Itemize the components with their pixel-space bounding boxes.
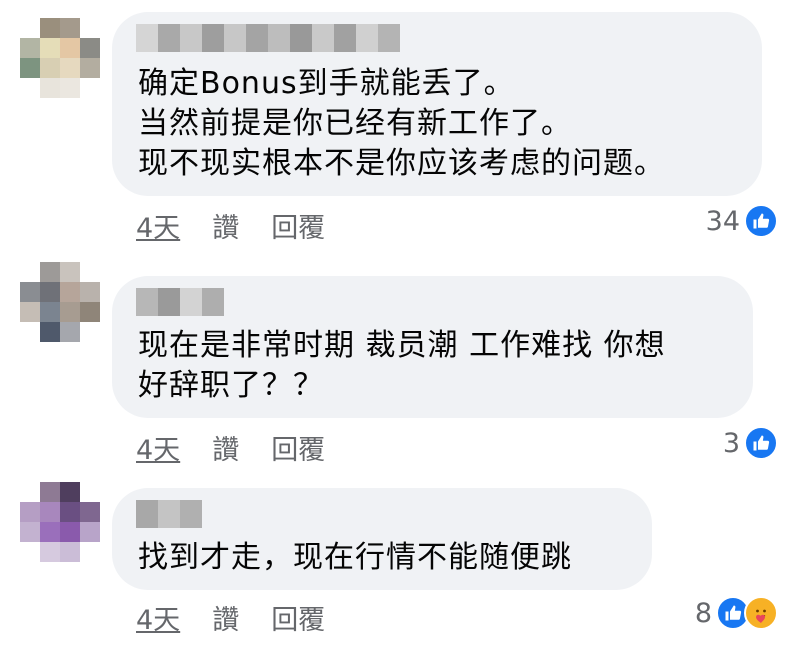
comment-actions: 4天 讚 回覆 bbox=[136, 206, 325, 245]
comment-text-line: 确定Bonus到手就能丢了。 bbox=[138, 66, 515, 101]
comment-text: 现在是非常时期 裁员潮 工作难找 你想 好辞职了？？ bbox=[138, 326, 666, 406]
comment-text-line: 好辞职了？？ bbox=[138, 368, 324, 403]
like-button[interactable]: 讚 bbox=[212, 206, 239, 245]
reaction-summary[interactable]: 3 bbox=[723, 426, 778, 460]
comment-text: 找到才走，现在行情不能随便跳 bbox=[138, 538, 572, 578]
reply-button[interactable]: 回覆 bbox=[271, 206, 325, 245]
author-name-blurred[interactable] bbox=[136, 288, 224, 316]
comment-text-line: 现不现实根本不是你应该考虑的问题。 bbox=[138, 146, 665, 181]
timestamp-link[interactable]: 4天 bbox=[136, 598, 180, 637]
comment-bubble: 现在是非常时期 裁员潮 工作难找 你想 好辞职了？？ bbox=[112, 276, 753, 418]
comment-text: 确定Bonus到手就能丢了。 当然前提是你已经有新工作了。 现不现实根本不是你应… bbox=[138, 64, 665, 184]
comment-actions: 4天 讚 回覆 bbox=[136, 428, 325, 467]
timestamp-link[interactable]: 4天 bbox=[136, 428, 180, 467]
reaction-count: 3 bbox=[722, 427, 740, 459]
reaction-summary[interactable]: 34 bbox=[706, 204, 778, 238]
comment-bubble: 找到才走，现在行情不能随便跳 bbox=[112, 488, 652, 590]
like-button[interactable]: 讚 bbox=[212, 598, 239, 637]
reaction-summary[interactable]: 8 bbox=[695, 596, 778, 630]
like-button[interactable]: 讚 bbox=[212, 428, 239, 467]
avatar[interactable] bbox=[20, 482, 100, 562]
author-name-blurred[interactable] bbox=[136, 500, 202, 528]
avatar[interactable] bbox=[20, 18, 100, 98]
reaction-count: 8 bbox=[694, 597, 712, 629]
like-icon bbox=[744, 426, 778, 460]
reaction-count: 34 bbox=[705, 205, 740, 237]
care-icon bbox=[744, 596, 778, 630]
reply-button[interactable]: 回覆 bbox=[271, 598, 325, 637]
comment-actions: 4天 讚 回覆 bbox=[136, 598, 325, 637]
comment-text-line: 找到才走，现在行情不能随便跳 bbox=[138, 540, 572, 575]
reply-button[interactable]: 回覆 bbox=[271, 428, 325, 467]
comment-bubble: 确定Bonus到手就能丢了。 当然前提是你已经有新工作了。 现不现实根本不是你应… bbox=[112, 12, 762, 196]
author-name-blurred[interactable] bbox=[136, 24, 400, 52]
timestamp-link[interactable]: 4天 bbox=[136, 206, 180, 245]
avatar[interactable] bbox=[20, 262, 100, 342]
like-icon bbox=[744, 204, 778, 238]
comment-text-line: 当然前提是你已经有新工作了。 bbox=[138, 106, 572, 141]
comment-text-line: 现在是非常时期 裁员潮 工作难找 你想 bbox=[138, 328, 666, 363]
